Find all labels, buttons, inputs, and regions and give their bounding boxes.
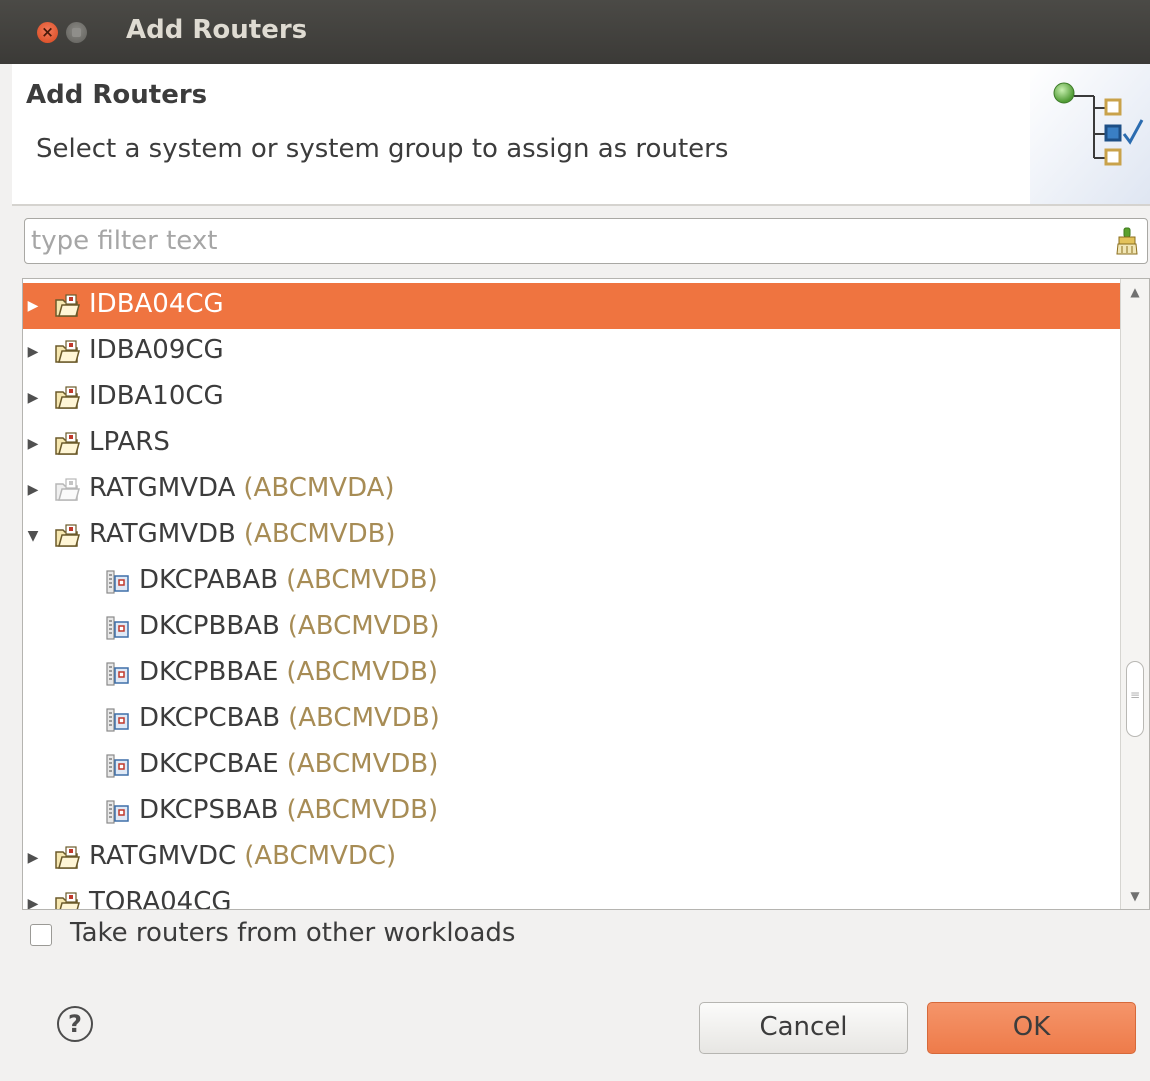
window-title: Add Routers — [126, 15, 308, 45]
tree-item[interactable]: DKCPCBAE (ABCMVDB) — [23, 743, 1120, 789]
system-group-icon — [53, 844, 81, 872]
minimize-window-button[interactable] — [66, 22, 87, 43]
tree-item-label: LPARS — [89, 427, 170, 457]
tree-item[interactable]: DKCPABAB (ABCMVDB) — [23, 559, 1120, 605]
tree-item-sublabel: (ABCMVDB) — [286, 565, 438, 595]
system-group-icon — [53, 890, 81, 909]
wizard-tree-check-icon — [1030, 64, 1150, 204]
tree-item-label: DKCPBBAB (ABCMVDB) — [139, 611, 440, 641]
tree-item-sublabel: (ABCMVDA) — [243, 473, 395, 503]
system-icon — [103, 614, 131, 642]
take-routers-checkbox[interactable] — [30, 924, 52, 946]
tree-item[interactable]: ▶ IDBA04CG — [23, 283, 1120, 329]
tree-item[interactable]: ▶ RATGMVDC (ABCMVDC) — [23, 835, 1120, 881]
tree-item-label: IDBA09CG — [89, 335, 224, 365]
system-group-icon — [53, 430, 81, 458]
tree-item-label: DKCPCBAB (ABCMVDB) — [139, 703, 440, 733]
tree-item-sublabel: (ABCMVDB) — [286, 657, 439, 687]
scroll-down-arrow-icon[interactable]: ▼ — [1127, 887, 1143, 905]
system-icon — [103, 798, 131, 826]
tree-item-label: DKCPABAB (ABCMVDB) — [139, 565, 438, 595]
clear-filter-icon[interactable] — [1115, 227, 1139, 255]
take-routers-label[interactable]: Take routers from other workloads — [70, 918, 515, 948]
expand-arrow-right-icon[interactable]: ▶ — [25, 283, 41, 329]
system-icon — [103, 752, 131, 780]
tree-item[interactable]: ▶ IDBA10CG — [23, 375, 1120, 421]
expand-arrow-right-icon[interactable]: ▶ — [25, 329, 41, 375]
filter-input[interactable] — [31, 223, 1101, 259]
tree-item[interactable]: ▶ TORA04CG — [23, 881, 1120, 910]
expand-arrow-right-icon[interactable]: ▶ — [25, 421, 41, 467]
tree-item-label: RATGMVDA (ABCMVDA) — [89, 473, 395, 503]
title-bar[interactable]: × Add Routers — [0, 0, 1150, 64]
expand-arrow-right-icon[interactable]: ▶ — [25, 375, 41, 421]
tree-item[interactable]: DKCPCBAB (ABCMVDB) — [23, 697, 1120, 743]
tree-item-label: DKCPSBAB (ABCMVDB) — [139, 795, 439, 825]
close-window-button[interactable]: × — [37, 22, 58, 43]
tree-item[interactable]: DKCPBBAE (ABCMVDB) — [23, 651, 1120, 697]
expand-arrow-right-icon[interactable]: ▶ — [25, 467, 41, 513]
tree-item-sublabel: (ABCMVDB) — [287, 611, 440, 641]
help-icon[interactable]: ? — [57, 1006, 93, 1042]
tree-item-label: IDBA10CG — [89, 381, 224, 411]
tree-item-sublabel: (ABCMVDB) — [243, 519, 396, 549]
tree-item-sublabel: (ABCMVDB) — [286, 795, 439, 825]
system-group-icon — [53, 338, 81, 366]
tree-item-label: IDBA04CG — [89, 289, 224, 319]
tree-item[interactable]: ▶ LPARS — [23, 421, 1120, 467]
filter-field[interactable] — [24, 218, 1148, 264]
system-icon — [103, 568, 131, 596]
tree-item-sublabel: (ABCMVDB) — [286, 749, 439, 779]
expand-arrow-right-icon[interactable]: ▶ — [25, 881, 41, 909]
header-title: Add Routers — [26, 80, 208, 110]
expand-arrow-down-icon[interactable]: ▼ — [25, 513, 41, 559]
system-icon — [103, 660, 131, 688]
systems-tree[interactable]: ▶ IDBA04CG ▶ IDBA09CG ▶ IDBA10CG ▶ LPARS ▶ RATGMV… — [22, 278, 1150, 910]
system-icon — [103, 706, 131, 734]
tree-item-label: TORA04CG — [89, 887, 232, 910]
tree-item-label: DKCPCBAE (ABCMVDB) — [139, 749, 439, 779]
tree-item[interactable]: DKCPBBAB (ABCMVDB) — [23, 605, 1120, 651]
tree-item-label: RATGMVDC (ABCMVDC) — [89, 841, 397, 871]
system-group-icon — [53, 522, 81, 550]
vertical-scrollbar[interactable]: ▲ ▼ — [1120, 279, 1149, 909]
tree-item[interactable]: ▶ RATGMVDA (ABCMVDA) — [23, 467, 1120, 513]
expand-arrow-right-icon[interactable]: ▶ — [25, 835, 41, 881]
wizard-header: Add Routers Select a system or system gr… — [12, 64, 1150, 204]
tree-item-sublabel: (ABCMVDB) — [288, 703, 440, 733]
scroll-up-arrow-icon[interactable]: ▲ — [1127, 283, 1143, 301]
ok-button[interactable]: OK — [927, 1002, 1136, 1054]
tree-item-sublabel: (ABCMVDC) — [244, 841, 397, 871]
tree-item[interactable]: DKCPSBAB (ABCMVDB) — [23, 789, 1120, 835]
tree-item-label: DKCPBBAE (ABCMVDB) — [139, 657, 439, 687]
system-group-icon — [53, 292, 81, 320]
header-description: Select a system or system group to assig… — [36, 134, 729, 164]
header-separator — [12, 204, 1150, 206]
tree-item-label: RATGMVDB (ABCMVDB) — [89, 519, 396, 549]
system-group-disabled-icon — [53, 476, 81, 504]
cancel-button[interactable]: Cancel — [699, 1002, 908, 1054]
tree-item[interactable]: ▶ IDBA09CG — [23, 329, 1120, 375]
tree-item[interactable]: ▼ RATGMVDB (ABCMVDB) — [23, 513, 1120, 559]
system-group-icon — [53, 384, 81, 412]
scrollbar-thumb[interactable] — [1126, 661, 1144, 737]
